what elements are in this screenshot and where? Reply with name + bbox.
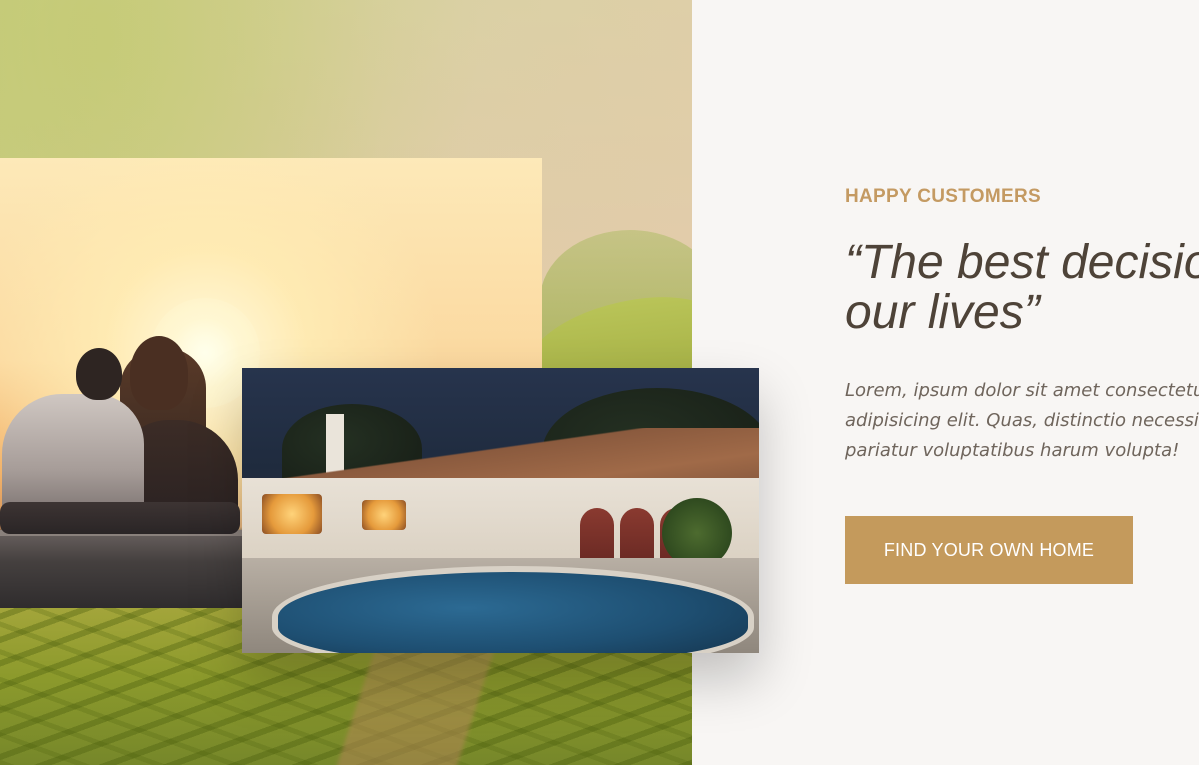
- man-head: [76, 348, 122, 400]
- testimonial-quote: “The best decision of our lives”: [845, 236, 1199, 339]
- find-home-button[interactable]: FIND YOUR OWN HOME: [845, 516, 1133, 584]
- testimonial-section: HAPPY CUSTOMERS “The best decision of ou…: [0, 0, 1199, 765]
- lit-window: [362, 500, 406, 530]
- testimonial-content: HAPPY CUSTOMERS “The best decision of ou…: [845, 0, 1199, 765]
- arch: [620, 508, 654, 560]
- blanket: [0, 502, 240, 534]
- lit-window: [262, 494, 322, 534]
- testimonial-body: Lorem, ipsum dolor sit amet consectetur …: [845, 380, 1199, 461]
- woman-head: [130, 336, 188, 410]
- arch: [580, 508, 614, 560]
- section-eyebrow: HAPPY CUSTOMERS: [845, 186, 1041, 207]
- villa-pool-image: [242, 368, 759, 653]
